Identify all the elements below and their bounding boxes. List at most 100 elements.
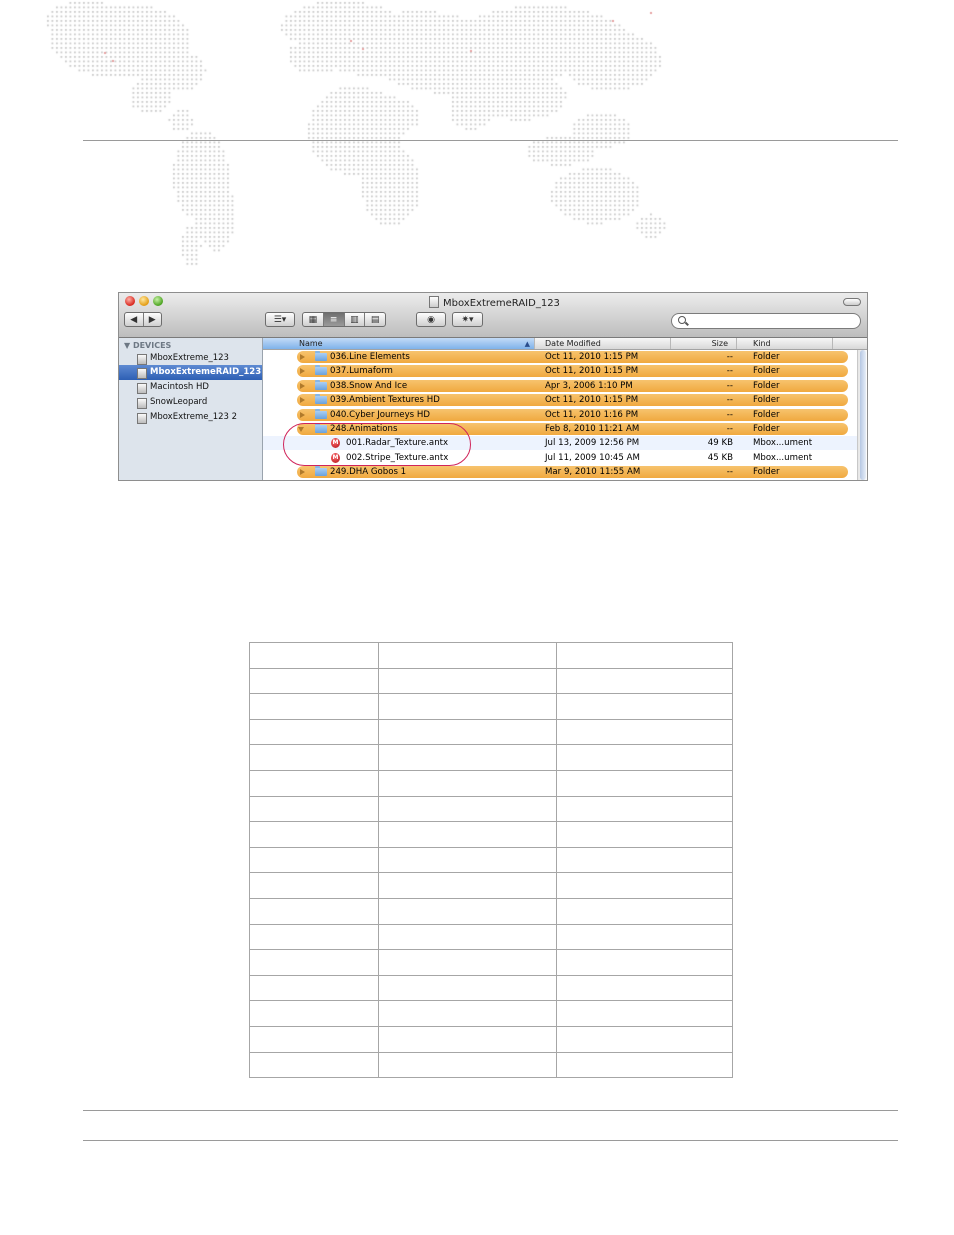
table-cell: [556, 1000, 733, 1027]
table-cell: [556, 897, 733, 925]
table-cell: [249, 1025, 379, 1053]
folder-row[interactable]: 038.Snow And Ice Apr 3, 2006 1:10 PM -- Fol…: [263, 379, 857, 393]
row-size: 49 KB: [707, 438, 733, 449]
search-field[interactable]: [671, 313, 861, 329]
finder-window: MboxExtremeRAID_123 ◀ ▶ ☰▾ ▦ ≡ ▥ ▤ ◉ ✷▾: [118, 292, 868, 481]
row-date: Jul 13, 2009 12:56 PM: [545, 438, 640, 449]
row-name: 037.Lumaform: [330, 366, 393, 377]
sidebar-item-snowleopard[interactable]: SnowLeopard: [119, 395, 262, 410]
folder-icon: [315, 351, 327, 361]
table-cell: [378, 872, 557, 899]
folder-icon: [315, 466, 327, 477]
row-name: 036.Line Elements: [330, 352, 410, 362]
row-kind: Folder: [753, 380, 780, 391]
blank-table: [249, 642, 733, 1079]
quick-look-button[interactable]: ◉: [416, 312, 446, 327]
table-cell: [249, 949, 379, 976]
disclosure-triangle-icon[interactable]: [300, 397, 305, 404]
sidebar-item-mboxextreme-123[interactable]: MboxExtreme_123: [119, 351, 262, 366]
action-menu-button[interactable]: ✷▾: [452, 312, 483, 327]
table-cell: [378, 821, 557, 848]
folder-row[interactable]: 037.Lumaform Oct 11, 2010 1:15 PM -- Folder: [263, 364, 857, 378]
disclosure-triangle-icon[interactable]: [300, 411, 305, 418]
table-cell: [556, 667, 733, 695]
table-row: [249, 923, 733, 951]
row-date: Oct 11, 2010 1:15 PM: [545, 395, 639, 406]
folder-row[interactable]: 249.DHA Gobos 1 Mar 9, 2010 11:55 AM -- Fol…: [263, 465, 857, 479]
table-row: [249, 693, 733, 720]
arrange-icon: ☰▾: [273, 314, 287, 325]
arrange-menu-button[interactable]: ☰▾: [265, 312, 295, 327]
row-name: 249.DHA Gobos 1: [330, 467, 407, 478]
scrollbar-thumb[interactable]: [860, 350, 866, 480]
footer-rule-bottom: [83, 1140, 898, 1141]
row-size: 45 KB: [707, 452, 733, 463]
table-row: [249, 718, 733, 746]
drive-icon: [137, 398, 147, 409]
sidebar-item-mboxextremeraid-123[interactable]: MboxExtremeRAID_123: [119, 365, 262, 380]
minimize-window-button[interactable]: [139, 296, 149, 306]
folder-row[interactable]: 040.Cyber Journeys HD Oct 11, 2010 1:16 P…: [263, 408, 857, 422]
table-row: [249, 642, 733, 669]
row-kind: Folder: [753, 395, 780, 406]
table-cell: [556, 1025, 733, 1053]
row-date: Jul 11, 2009 10:45 AM: [545, 452, 640, 463]
close-window-button[interactable]: [125, 296, 135, 306]
row-kind: Folder: [753, 424, 780, 434]
folder-icon: [315, 408, 327, 419]
sidebar-item-mboxextreme-123-2[interactable]: MboxExtreme_123 2: [119, 410, 262, 425]
folder-row[interactable]: 039.Ambient Textures HD Oct 11, 2010 1:15…: [263, 393, 857, 407]
disclosure-triangle-icon[interactable]: [300, 469, 305, 476]
column-header-kind[interactable]: Kind: [737, 338, 833, 349]
forward-arrow-icon[interactable]: ▶: [144, 313, 162, 326]
table-cell: [249, 693, 379, 720]
header-rule: [83, 140, 898, 141]
folder-icon: [315, 394, 327, 405]
footer-rule-top: [83, 1110, 898, 1111]
table-cell: [249, 974, 379, 1002]
table-cell: [556, 795, 733, 823]
table-row: [249, 795, 733, 823]
row-size: --: [726, 366, 733, 377]
vertical-scrollbar[interactable]: [857, 350, 867, 480]
back-forward-control[interactable]: ◀ ▶: [124, 312, 162, 327]
table-cell: [249, 1000, 379, 1027]
table-cell: [249, 744, 379, 771]
sidebar-item-macintosh-hd[interactable]: Macintosh HD: [119, 380, 262, 395]
column-header-name[interactable]: Name ▲: [263, 338, 535, 349]
table-row: [249, 744, 733, 771]
table-cell: [556, 949, 733, 976]
coverflow-view-icon[interactable]: ▤: [365, 313, 385, 326]
title-bar[interactable]: MboxExtremeRAID_123 ◀ ▶ ☰▾ ▦ ≡ ▥ ▤ ◉ ✷▾: [119, 293, 867, 338]
table-row: [249, 1000, 733, 1027]
gear-icon: ✷▾: [461, 314, 474, 325]
table-cell: [378, 795, 557, 823]
row-date: Mar 9, 2010 11:55 AM: [545, 467, 641, 478]
row-date: Apr 3, 2006 1:10 PM: [545, 380, 633, 391]
list-view-icon[interactable]: ≡: [323, 313, 345, 326]
table-cell: [249, 846, 379, 874]
disclosure-triangle-icon[interactable]: [300, 354, 305, 360]
row-kind: Folder: [753, 366, 780, 377]
disclosure-triangle-icon[interactable]: [300, 368, 305, 375]
column-header-size[interactable]: Size: [671, 338, 737, 349]
toolbar-toggle-button[interactable]: [843, 298, 861, 306]
table-cell: [378, 1025, 557, 1053]
icon-view-icon[interactable]: ▦: [303, 313, 324, 326]
sidebar-item-label: SnowLeopard: [150, 397, 208, 407]
column-view-icon[interactable]: ▥: [345, 313, 366, 326]
back-arrow-icon[interactable]: ◀: [125, 313, 144, 326]
table-cell: [378, 693, 557, 720]
table-cell: [378, 642, 557, 669]
column-header-date[interactable]: Date Modified: [535, 338, 671, 349]
folder-row[interactable]: 036.Line Elements Oct 11, 2010 1:15 PM -- F…: [263, 350, 857, 364]
disclosure-triangle-icon[interactable]: [300, 382, 305, 389]
sidebar-item-label: MboxExtreme_123: [150, 353, 229, 363]
table-cell: [378, 897, 557, 925]
table-cell: [378, 1051, 557, 1079]
view-mode-control[interactable]: ▦ ≡ ▥ ▤: [302, 312, 386, 327]
row-kind: Folder: [753, 467, 780, 478]
table-row: [249, 949, 733, 976]
row-kind: Folder: [753, 352, 780, 362]
zoom-window-button[interactable]: [153, 296, 163, 306]
